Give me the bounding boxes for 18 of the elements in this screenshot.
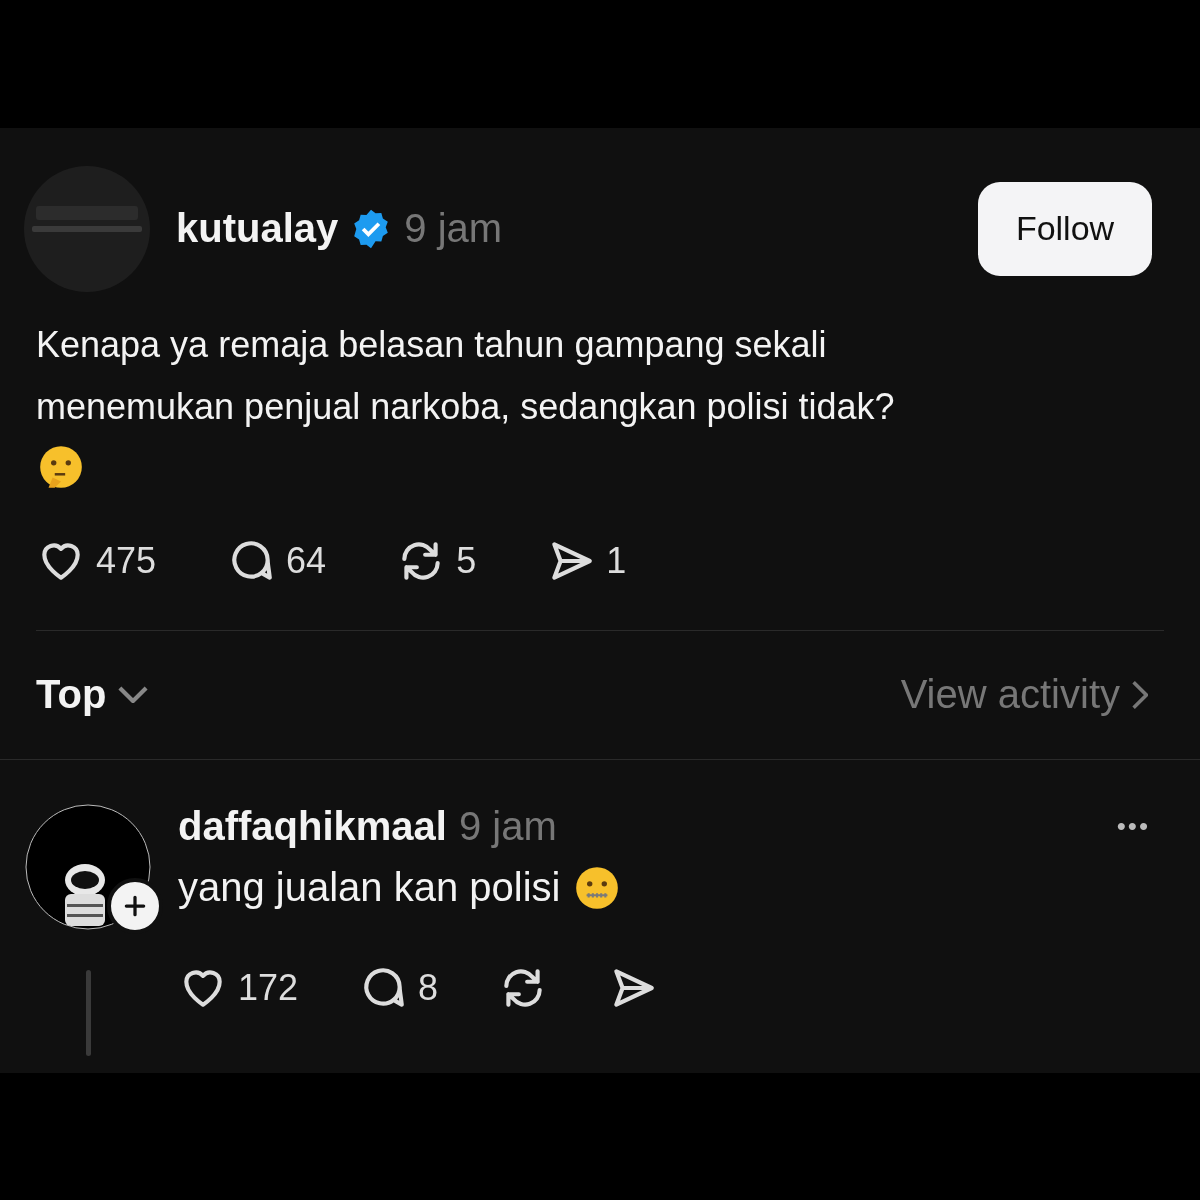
repost-button[interactable]: 5 xyxy=(396,535,477,586)
reply-button[interactable]: 8 xyxy=(358,962,439,1013)
username[interactable]: daffaqhikmaal xyxy=(178,803,447,849)
username[interactable]: kutualay xyxy=(176,206,339,251)
sort-dropdown[interactable]: Top xyxy=(36,672,149,717)
like-button[interactable]: 475 xyxy=(36,535,157,586)
like-button[interactable]: 172 xyxy=(178,962,299,1013)
share-button[interactable]: 1 xyxy=(546,535,627,586)
post-time: 9 jam xyxy=(404,206,503,251)
more-options-button[interactable]: ••• xyxy=(1116,810,1150,842)
view-activity-link[interactable]: View activity xyxy=(900,672,1148,717)
comment-text: yang jualan kan polisi xyxy=(178,865,561,910)
post-text: Kenapa ya remaja belasan tahun gampang sekali menemukan penjual narkoba, sedangkan polisi tidak? xyxy=(36,322,896,429)
follow-button[interactable]: Follow xyxy=(978,181,1152,276)
comment-time: 9 jam xyxy=(458,803,557,849)
chevron-right-icon xyxy=(1132,679,1148,710)
reply-button[interactable]: 64 xyxy=(226,535,327,586)
chevron-down-icon xyxy=(118,686,149,703)
